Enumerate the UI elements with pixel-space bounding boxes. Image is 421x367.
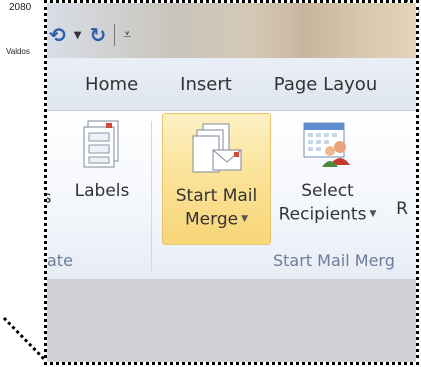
undo-icon[interactable]: ⟲ — [49, 23, 66, 47]
select-recipients-button[interactable]: Select Recipients ▼ — [275, 119, 380, 227]
select-recipients-label-line1: Select — [301, 181, 354, 201]
select-recipients-dropdown-icon: ▼ — [369, 209, 377, 219]
group-label-create: ate — [47, 251, 73, 270]
undo-dropdown-icon[interactable]: ▼ — [74, 30, 82, 41]
ribbon-panel: s Labels Start Mail — [47, 110, 416, 280]
edit-recipient-list-button[interactable]: R — [387, 119, 416, 221]
envelopes-label: s — [47, 187, 57, 210]
outside-text-top: 2080 — [9, 2, 32, 13]
title-bar: ⟲ ▼ ↻ ⩡ — [47, 3, 416, 58]
envelopes-button[interactable]: s — [47, 125, 57, 210]
start-mail-merge-dropdown-icon: ▼ — [241, 214, 248, 224]
tab-home[interactable]: Home — [47, 74, 159, 95]
tab-page-layout[interactable]: Page Layou — [253, 74, 398, 95]
start-mail-merge-button[interactable]: Start Mail Merge ▼ — [162, 113, 271, 245]
redo-icon[interactable]: ↻ — [89, 23, 106, 47]
labels-icon — [83, 120, 119, 168]
start-mail-merge-label-line2: Merge — [185, 209, 239, 230]
select-recipients-label-line2: Recipients — [278, 204, 367, 225]
group-separator — [151, 121, 152, 271]
document-area — [47, 279, 416, 362]
start-mail-merge-icon — [192, 123, 241, 173]
edit-recipient-list-label: R — [396, 199, 408, 219]
start-mail-merge-label-line1: Start Mail — [175, 186, 258, 206]
labels-button[interactable]: Labels — [67, 119, 137, 203]
select-recipients-icon — [303, 122, 350, 167]
tab-insert[interactable]: Insert — [159, 74, 253, 95]
labels-label: Labels — [74, 181, 130, 201]
qat-separator — [114, 24, 116, 46]
quick-access-toolbar: ⟲ ▼ ↻ ⩡ — [49, 19, 131, 51]
ribbon-tabs: Home Insert Page Layou — [47, 58, 416, 110]
outside-text-side: Valdos — [6, 47, 30, 56]
group-label-start-mail-merge: Start Mail Merg — [273, 251, 395, 270]
customize-qat-icon[interactable]: ⩡ — [123, 27, 131, 43]
word-window-crop: ⟲ ▼ ↻ ⩡ Home Insert Page Layou s Labels — [44, 0, 419, 365]
